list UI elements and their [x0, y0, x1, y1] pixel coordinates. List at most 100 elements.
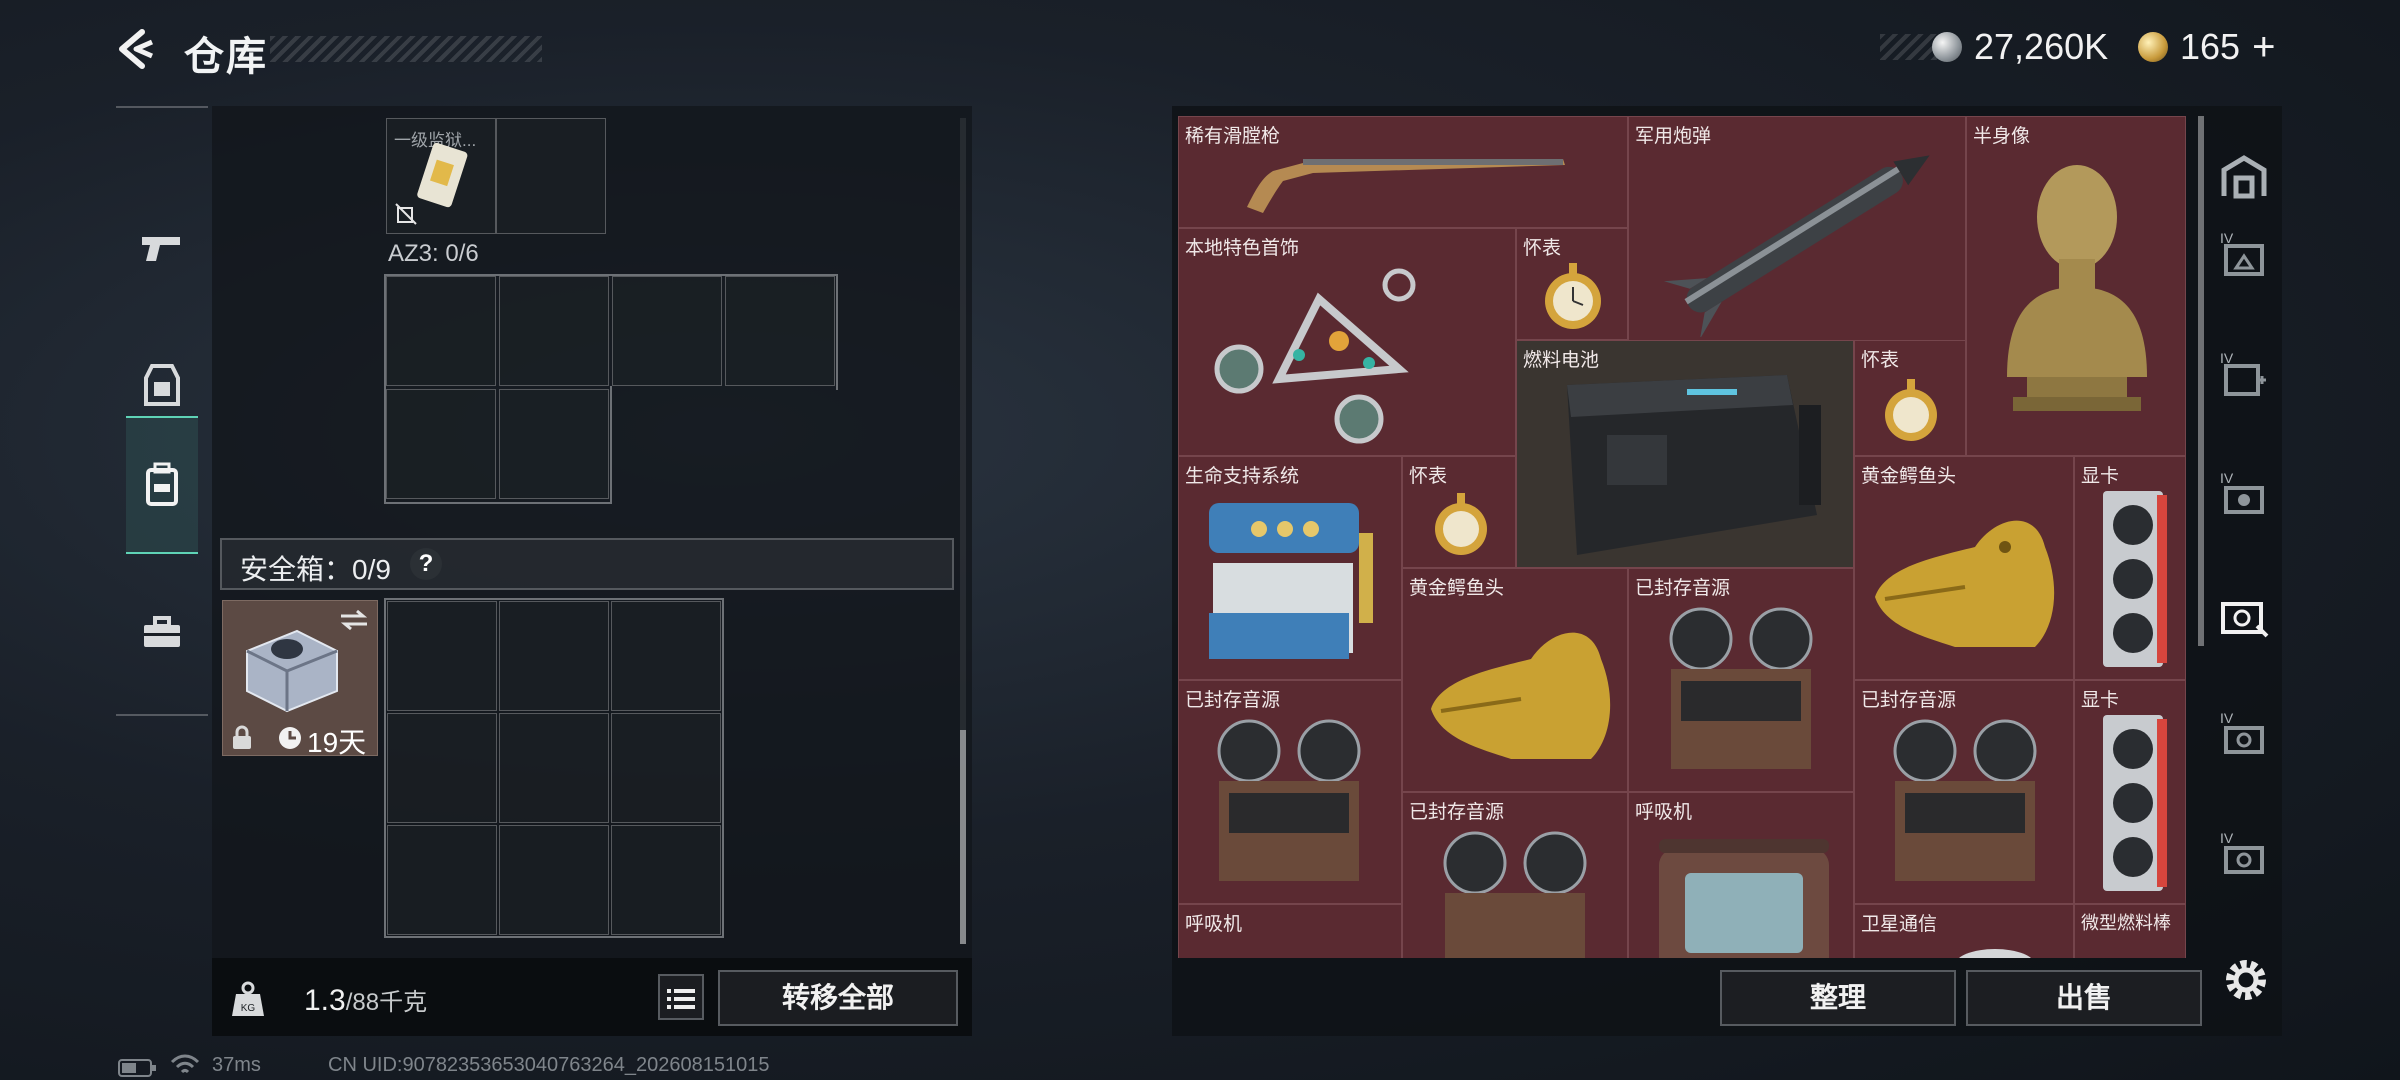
rail-tab-page-6[interactable]: IV: [2216, 830, 2272, 886]
item-label: 卫星通信: [1861, 914, 1938, 935]
pocket-watch-icon: [1545, 263, 1601, 329]
stash-item[interactable]: 稀有滑膛枪: [1178, 116, 1628, 228]
backpack-scrollbar-thumb[interactable]: [960, 730, 966, 944]
back-arrow-icon[interactable]: [112, 26, 158, 72]
az3-grid-outline: [384, 274, 838, 390]
valuables-icon: [2221, 602, 2269, 638]
stash-item[interactable]: 已封存音源: [1402, 792, 1628, 958]
help-icon[interactable]: ?: [410, 548, 442, 580]
rail-tab-page-5[interactable]: IV: [2216, 710, 2272, 766]
currency-coins-value: 27,260K: [1974, 26, 2109, 67]
user-uid: CN UID:90782353653040763264_202608151015: [328, 1054, 770, 1076]
satellite-icon: [1959, 949, 2031, 958]
rail-tab-all[interactable]: [2216, 148, 2272, 204]
item-label: 显卡: [2081, 690, 2120, 711]
grid-cell[interactable]: [499, 713, 609, 823]
stash-item[interactable]: 呼吸机: [1628, 792, 1854, 958]
ventilator-icon: [1659, 839, 1829, 958]
stash-item[interactable]: 已封存音源: [1178, 680, 1402, 904]
currency-premium[interactable]: 165 +: [2138, 22, 2275, 72]
add-currency-button[interactable]: +: [2252, 25, 2275, 70]
settings-gear-icon[interactable]: [2220, 954, 2272, 1006]
lock-icon: [233, 725, 251, 749]
stash-item[interactable]: 怀表: [1402, 456, 1516, 568]
backpack-icon: [146, 462, 178, 506]
grid-cell[interactable]: [611, 601, 721, 711]
stash-item[interactable]: 卫星通信: [1854, 904, 2074, 958]
item-label: 黄金鳄鱼头: [1861, 466, 1957, 487]
stash-item[interactable]: 已封存音源: [1854, 680, 2074, 904]
grid-cell[interactable]: [611, 825, 721, 935]
tier-tag: IV: [2220, 830, 2234, 846]
currency-coins[interactable]: 27,260K: [1932, 22, 2108, 72]
safebox-capacity: 安全箱：0/9: [240, 554, 391, 585]
rail-tab-page-4-active[interactable]: [2216, 590, 2272, 646]
stash-item[interactable]: 怀表: [1516, 228, 1628, 340]
grid-cell[interactable]: [496, 118, 606, 234]
list-view-button[interactable]: [658, 974, 704, 1020]
gold-croc-head-icon: [1431, 632, 1611, 759]
grid-cell[interactable]: [387, 825, 497, 935]
stash-item[interactable]: 已封存音源: [1628, 568, 1854, 792]
stash-item[interactable]: 半身像: [1966, 116, 2186, 456]
stash-item[interactable]: 显卡: [2074, 680, 2186, 904]
keycard-item[interactable]: 一级监狱...: [388, 120, 494, 232]
grid-cell[interactable]: [499, 825, 609, 935]
item-label: 已封存音源: [1861, 690, 1957, 711]
stash-item[interactable]: 显卡: [2074, 456, 2186, 680]
gold-coin-icon: [2138, 32, 2168, 62]
pistol-icon: [142, 237, 180, 261]
tab-weapons[interactable]: [126, 200, 198, 296]
safebox-item[interactable]: 19天: [222, 600, 378, 758]
grid-cell[interactable]: [387, 601, 497, 711]
clock-icon: [279, 727, 301, 749]
stash-item[interactable]: 黄金鳄鱼头: [1854, 456, 2074, 680]
stash-item[interactable]: 微型燃料棒: [2074, 904, 2186, 958]
stash-item[interactable]: 燃料电池: [1516, 340, 1854, 568]
life-support-icon: [1209, 503, 1373, 659]
item-label: 生命支持系统: [1185, 466, 1300, 487]
grid-cell[interactable]: [499, 601, 609, 711]
item-label: 呼吸机: [1635, 802, 1693, 823]
tier-tag: IV: [2220, 350, 2234, 366]
tier-tag: IV: [2220, 710, 2234, 726]
silver-coin-icon: [1932, 32, 1962, 62]
gpu-icon: [2103, 715, 2167, 891]
gold-croc-head-icon: [1875, 520, 2055, 647]
stash-item[interactable]: 军用炮弹: [1628, 116, 1966, 344]
stash-item[interactable]: 怀表: [1854, 340, 1966, 456]
list-icon: [667, 989, 695, 1009]
sell-button[interactable]: 出售: [1966, 970, 2202, 1026]
stash-item[interactable]: 黄金鳄鱼头: [1402, 568, 1628, 792]
warehouse-icon: [2221, 155, 2267, 199]
stash-page-rail: IV IV IV IV IV: [2206, 106, 2282, 936]
stash-item[interactable]: 本地特色首饰: [1178, 228, 1516, 456]
stash-item[interactable]: 生命支持系统: [1178, 456, 1402, 680]
battery-icon: [118, 1059, 156, 1077]
no-insure-icon: [395, 203, 417, 225]
rail-tab-page-1[interactable]: IV: [2216, 230, 2272, 286]
tab-items[interactable]: [126, 584, 198, 680]
rail-tab-page-3[interactable]: IV: [2216, 470, 2272, 526]
tape-recorder-icon: [1893, 719, 2037, 881]
item-label: 已封存音源: [1409, 802, 1505, 823]
safebox-timer: 19天: [307, 727, 367, 758]
bust-statue-icon: [2007, 165, 2147, 411]
wifi-icon: [170, 1054, 200, 1074]
grid-cell[interactable]: [387, 713, 497, 823]
weight-current: 1.3: [304, 984, 346, 1017]
swap-icon[interactable]: [339, 609, 369, 631]
weight-readout: 1.3/88千克: [304, 982, 427, 1018]
stash-item[interactable]: 呼吸机: [1178, 904, 1402, 958]
grid-cell[interactable]: [611, 713, 721, 823]
transfer-all-button[interactable]: 转移全部: [718, 970, 958, 1026]
sort-button[interactable]: 整理: [1720, 970, 1956, 1026]
tier-tag: IV: [2220, 230, 2234, 246]
tab-backpack[interactable]: [126, 416, 198, 554]
rail-tab-page-2[interactable]: IV: [2216, 350, 2272, 406]
az3-grid-outline-lower: [384, 386, 612, 504]
currency-decoration: [1880, 34, 1940, 60]
fuel-cell-icon: [1567, 375, 1821, 555]
stash-scrollbar[interactable]: [2198, 116, 2204, 646]
pocket-watch-icon: [1435, 493, 1487, 555]
